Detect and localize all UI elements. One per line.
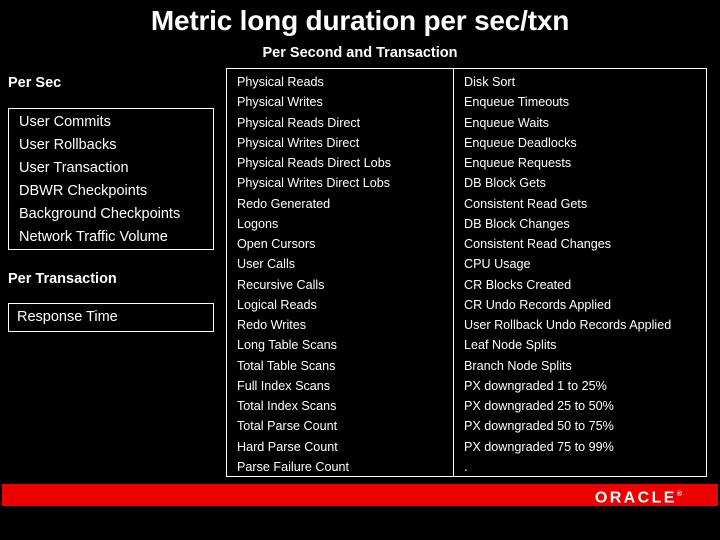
list-item: DBWR Checkpoints <box>19 183 148 199</box>
list-item: CR Blocks Created <box>464 277 572 292</box>
oracle-wordmark: ORACLE <box>594 489 677 507</box>
list-item: Redo Generated <box>237 196 331 211</box>
list-item: Enqueue Deadlocks <box>464 135 577 150</box>
registered-trademark-icon: ® <box>676 491 682 498</box>
slide-canvas: Metric long duration per sec/txn Per Sec… <box>0 0 720 540</box>
list-item: Response Time <box>17 309 118 325</box>
list-item: Recursive Calls <box>237 277 325 292</box>
list-item: Full Index Scans <box>237 378 331 393</box>
per-sec-list: User Commits User Rollbacks User Transac… <box>19 111 213 249</box>
list-item: Physical Writes Direct Lobs <box>237 176 391 191</box>
list-item: Total Table Scans <box>237 358 336 373</box>
list-item: Logical Reads <box>237 297 317 312</box>
page-subtitle: Per Second and Transaction <box>262 45 458 61</box>
list-item: DB Block Gets <box>464 176 546 191</box>
list-item: Physical Reads Direct Lobs <box>237 156 391 170</box>
list-item: PX downgraded 75 to 99% <box>464 439 614 454</box>
list-item: PX downgraded 1 to 25% <box>464 378 607 393</box>
per-transaction-list: Response Time <box>17 306 213 329</box>
list-item: Total Parse Count <box>237 419 338 434</box>
list-item: . <box>464 459 468 474</box>
list-item: Physical Reads Direct <box>237 115 361 130</box>
list-item: Long Table Scans <box>237 338 337 353</box>
list-item: Hard Parse Count <box>237 439 338 454</box>
list-item: Parse Failure Count <box>237 459 349 474</box>
list-item: User Transaction <box>19 160 129 176</box>
list-item: User Commits <box>19 114 111 130</box>
list-item: Leaf Node Splits <box>464 338 557 353</box>
middle-metrics-box: Physical Reads Physical Writes Physical … <box>226 68 454 477</box>
list-item: Redo Writes <box>237 318 307 332</box>
right-metrics-list: Disk Sort Enqueue Timeouts Enqueue Waits… <box>464 72 706 477</box>
list-item: CR Undo Records Applied <box>464 297 612 312</box>
list-item: User Rollback Undo Records Applied <box>464 318 672 332</box>
right-metrics-box: Disk Sort Enqueue Timeouts Enqueue Waits… <box>453 68 707 477</box>
list-item: Consistent Read Changes <box>464 237 612 251</box>
list-item: Enqueue Timeouts <box>464 95 570 110</box>
oracle-logo: ORACLE® <box>595 484 682 506</box>
per-sec-list-box: User Commits User Rollbacks User Transac… <box>8 108 214 250</box>
list-item: Enqueue Requests <box>464 156 572 170</box>
list-item: Physical Writes <box>237 95 323 110</box>
oracle-footer-bar: ORACLE® <box>2 484 718 506</box>
list-item: Consistent Read Gets <box>464 196 588 211</box>
list-item: Background Checkpoints <box>19 206 181 222</box>
middle-metrics-list: Physical Reads Physical Writes Physical … <box>237 72 453 477</box>
list-item: Open Cursors <box>237 237 316 251</box>
list-item: Physical Reads <box>237 75 324 89</box>
per-transaction-list-box: Response Time <box>8 303 214 332</box>
per-transaction-heading: Per Transaction <box>8 271 117 287</box>
per-sec-heading: Per Sec <box>8 75 62 91</box>
list-item: Branch Node Splits <box>464 358 572 373</box>
list-item: CPU Usage <box>464 257 531 272</box>
list-item: Total Index Scans <box>237 399 337 413</box>
page-title: Metric long duration per sec/txn <box>150 5 570 36</box>
list-item: User Calls <box>237 257 296 272</box>
list-item: User Rollbacks <box>19 137 117 153</box>
list-item: DB Block Changes <box>464 216 570 231</box>
list-item: Disk Sort <box>464 75 516 89</box>
list-item: PX downgraded 25 to 50% <box>464 399 614 413</box>
list-item: Enqueue Waits <box>464 115 549 130</box>
list-item: Network Traffic Volume <box>19 229 168 245</box>
list-item: Physical Writes Direct <box>237 135 360 150</box>
list-item: Logons <box>237 216 279 231</box>
list-item: PX downgraded 50 to 75% <box>464 419 614 434</box>
